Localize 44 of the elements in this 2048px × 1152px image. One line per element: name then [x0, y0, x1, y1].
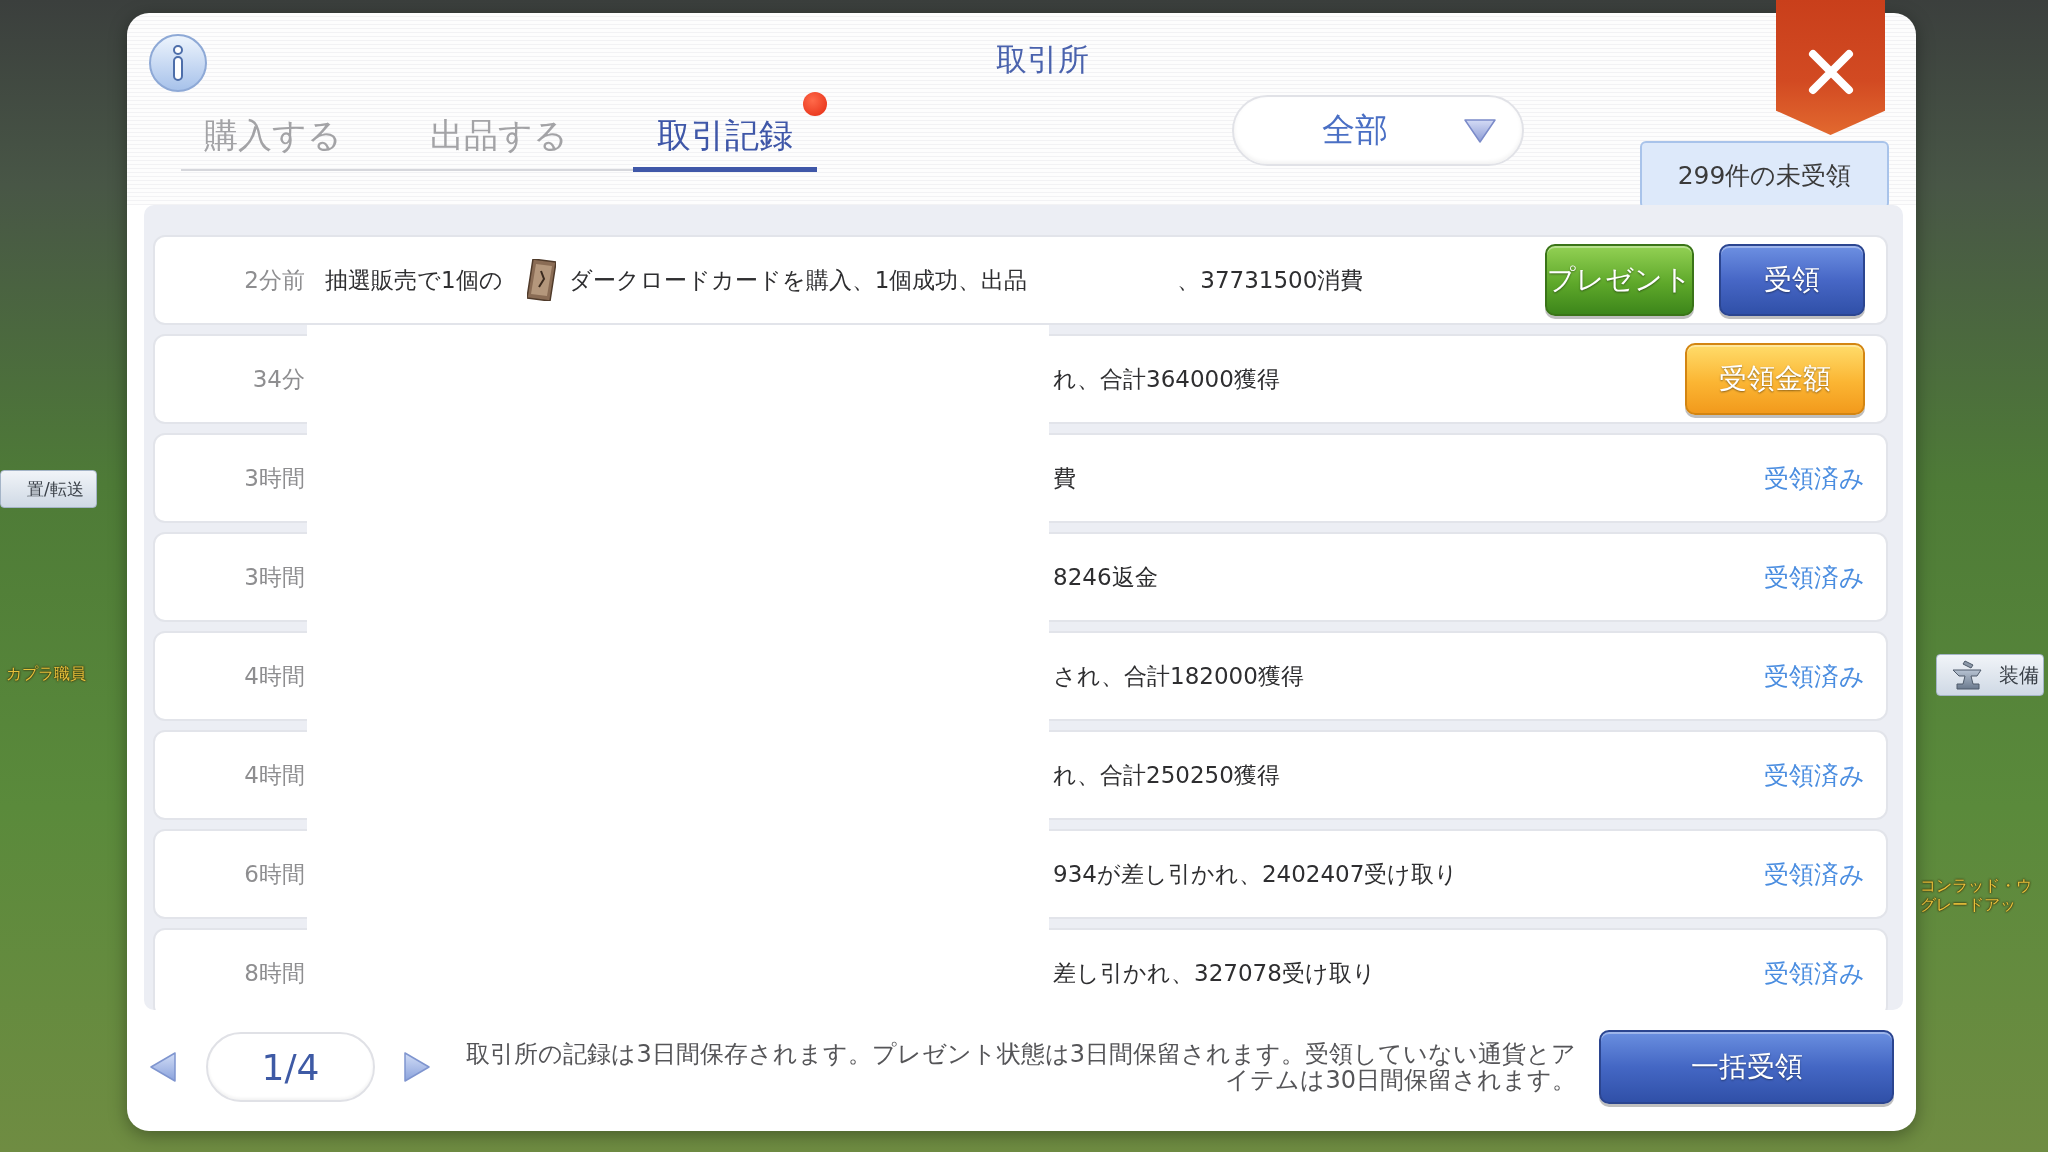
record-text: 934が差し引かれ、2402407受け取り: [1053, 859, 1459, 889]
record-text: 抽選販売で1個の: [325, 265, 503, 295]
record-time: 3時間: [243, 463, 305, 493]
window-title: 取引所: [996, 40, 1089, 78]
claim-all-button[interactable]: 一括受領: [1599, 1030, 1894, 1104]
claimed-status-text: 受領済み: [1764, 858, 1865, 891]
npc-name-label: コンラッド・ウ: [1920, 876, 2032, 895]
record-time: 4時間: [243, 661, 305, 691]
caret-left-icon[interactable]: [150, 1052, 176, 1082]
claimed-status-text: 受領済み: [1764, 660, 1865, 693]
page-indicator: 1/4: [206, 1032, 375, 1102]
record-time: 2分前: [243, 265, 305, 295]
caret-down-icon: [1464, 118, 1496, 143]
record-text: 、37731500消費: [1177, 265, 1364, 295]
record-text: 差し引かれ、327078受け取り: [1053, 958, 1376, 988]
record-text: 8246返金: [1053, 562, 1158, 592]
record-text: れ、合計250250獲得: [1053, 760, 1280, 790]
record-text: ダークロードカードを購入、1個成功、出品: [568, 265, 1028, 295]
npc-name-label: カプラ職員: [6, 664, 86, 683]
present-button[interactable]: プレゼント: [1545, 244, 1694, 316]
record-text: 費: [1053, 463, 1076, 493]
close-icon: [1806, 48, 1855, 96]
npc-name-label: グレードアッ: [1920, 895, 2017, 914]
filter-dropdown[interactable]: 全部: [1232, 95, 1524, 166]
record-time: 6時間: [243, 859, 305, 889]
record-time: 34分: [251, 364, 305, 394]
claimed-status-text: 受領済み: [1764, 957, 1865, 990]
close-button[interactable]: [1776, 0, 1885, 135]
hud-button[interactable]: 置/転送: [0, 470, 97, 508]
card-icon: [526, 259, 556, 301]
equipment-button[interactable]: 装備: [1936, 654, 2044, 696]
claim-button[interactable]: 受領: [1719, 244, 1865, 316]
retention-note: 取引所の記録は3日間保存されます。プレゼント状態は3日間保留されます。受領していない通貨とアイテムは30日間保留されます。: [465, 1041, 1576, 1093]
claimed-status-text: 受領済み: [1764, 759, 1865, 792]
info-icon[interactable]: [149, 34, 207, 92]
record-text: され、合計182000獲得: [1053, 661, 1304, 691]
claimed-status-text: 受領済み: [1764, 462, 1865, 495]
record-time: 8時間: [243, 958, 305, 988]
record-time: 3時間: [243, 562, 305, 592]
record-text: れ、合計364000獲得: [1053, 364, 1280, 394]
caret-right-icon[interactable]: [404, 1052, 430, 1082]
claimed-status-text: 受領済み: [1764, 561, 1865, 594]
anvil-icon: [1951, 660, 1985, 690]
record-time: 4時間: [243, 760, 305, 790]
